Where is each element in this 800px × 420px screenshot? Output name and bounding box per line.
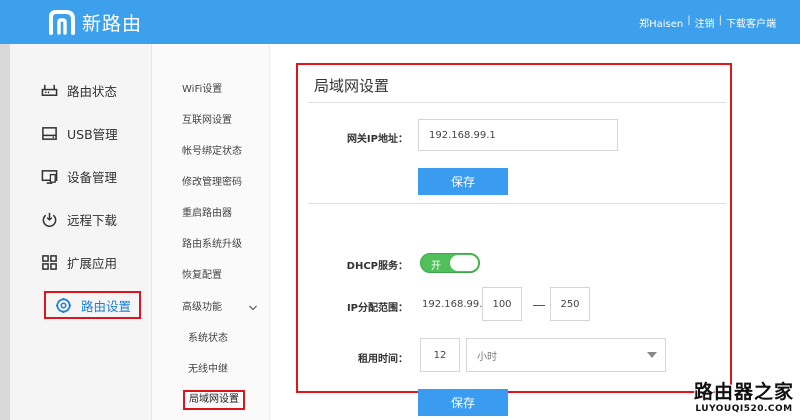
brand-name: 新路由 bbox=[82, 12, 143, 35]
watermark-url: LUYOUQI520.COM bbox=[695, 404, 793, 414]
subnav-item-lan-settings[interactable]: 局域网设置 bbox=[183, 390, 245, 410]
range-dash bbox=[533, 305, 545, 306]
lease-time-value: 12 bbox=[433, 349, 447, 361]
header-links: 郑Haisen | 注销 | 下载客户端 bbox=[639, 15, 776, 30]
sidebar-item-devices[interactable]: 设备管理 bbox=[40, 163, 117, 189]
sidebar-item-label: 设备管理 bbox=[67, 169, 118, 185]
router-icon bbox=[40, 81, 58, 99]
sidebar-item-label: USB管理 bbox=[67, 126, 118, 142]
gear-icon bbox=[54, 296, 72, 314]
power-download-icon bbox=[40, 210, 58, 228]
sidebar-item-label: 远程下载 bbox=[67, 212, 118, 228]
logout-link[interactable]: 注销 bbox=[695, 15, 715, 30]
sidebar-item-label: 路由设置 bbox=[81, 298, 132, 314]
ip-range-label: IP分配范围： bbox=[346, 303, 408, 314]
ip-range-start-input[interactable]: 100 bbox=[482, 287, 522, 321]
save-gateway-button[interactable]: 保存 bbox=[418, 168, 508, 195]
newifi-logo-icon bbox=[48, 9, 76, 35]
subnav-item-advanced[interactable]: 高级功能 bbox=[182, 300, 222, 316]
subnav-item-wireless-repeater[interactable]: 无线中继 bbox=[188, 362, 228, 378]
sidebar-item-router-settings[interactable]: 路由设置 bbox=[44, 291, 142, 319]
dhcp-toggle-state: 开 bbox=[431, 261, 441, 272]
download-client-link[interactable]: 下载客户端 bbox=[726, 15, 776, 30]
subnav-item-firmware-upgrade[interactable]: 路由系统升级 bbox=[182, 237, 242, 253]
sidebar-item-usb[interactable]: USB管理 bbox=[40, 120, 118, 146]
dhcp-toggle[interactable]: 开 bbox=[420, 253, 480, 273]
ip-range-end-value: 250 bbox=[560, 298, 580, 310]
usb-drive-icon bbox=[40, 124, 58, 142]
subnav-item-internet[interactable]: 互联网设置 bbox=[182, 113, 232, 129]
brand-logo[interactable]: 新路由 bbox=[48, 7, 142, 37]
watermark-title: 路由器之家 bbox=[693, 381, 794, 403]
lease-unit-value: 小时 bbox=[477, 351, 497, 363]
lease-time-input[interactable]: 12 bbox=[420, 338, 460, 372]
chevron-down-icon[interactable] bbox=[248, 303, 258, 313]
primary-sidebar: 路由状态 USB管理 设备管理 远程下载 扩展应用 路由设置 bbox=[10, 44, 152, 420]
page-title: 局域网设置 bbox=[314, 77, 390, 95]
save-dhcp-button[interactable]: 保存 bbox=[418, 389, 508, 416]
header-separator: | bbox=[718, 15, 722, 26]
divider bbox=[308, 102, 726, 103]
main-area: 路由状态 USB管理 设备管理 远程下载 扩展应用 路由设置 WiFi设置 互联… bbox=[10, 44, 800, 420]
monitor-icon bbox=[40, 167, 58, 185]
site-watermark: 路由器之家 LUYOUQI520.COM bbox=[694, 377, 794, 414]
sidebar-item-label: 扩展应用 bbox=[67, 255, 118, 271]
lease-unit-select[interactable]: 小时 bbox=[466, 338, 666, 372]
ip-range-prefix: 192.168.99. bbox=[422, 299, 483, 310]
apps-grid-icon bbox=[40, 253, 58, 271]
ip-range-start-value: 100 bbox=[492, 298, 512, 310]
lan-settings-panel: 局域网设置 网关IP地址： 192.168.99.1 保存 DHCP服务： 开 … bbox=[296, 63, 732, 416]
gateway-ip-label: 网关IP地址： bbox=[346, 134, 408, 145]
divider bbox=[308, 203, 726, 204]
dropdown-caret-icon bbox=[647, 352, 657, 358]
subnav-item-wifi[interactable]: WiFi设置 bbox=[182, 82, 222, 98]
ip-range-end-input[interactable]: 250 bbox=[550, 287, 590, 321]
gateway-ip-value: 192.168.99.1 bbox=[429, 129, 496, 141]
subnav-item-system-status[interactable]: 系统状态 bbox=[188, 331, 228, 347]
lease-time-label: 租用时间： bbox=[358, 354, 408, 365]
sidebar-item-extensions[interactable]: 扩展应用 bbox=[40, 249, 117, 275]
sidebar-item-remote-download[interactable]: 远程下载 bbox=[40, 206, 117, 232]
user-name-link[interactable]: 郑Haisen bbox=[639, 15, 683, 30]
subnav-item-restore[interactable]: 恢复配置 bbox=[182, 268, 222, 284]
toggle-knob bbox=[450, 255, 478, 271]
secondary-sidebar: WiFi设置 互联网设置 帐号绑定状态 修改管理密码 重启路由器 路由系统升级 … bbox=[152, 44, 270, 420]
header-separator: | bbox=[687, 15, 691, 26]
sidebar-item-label: 路由状态 bbox=[67, 83, 118, 99]
subnav-item-reboot[interactable]: 重启路由器 bbox=[182, 206, 232, 222]
subnav-item-account-binding[interactable]: 帐号绑定状态 bbox=[182, 144, 242, 160]
gateway-ip-input[interactable]: 192.168.99.1 bbox=[418, 119, 618, 151]
sidebar-item-router-status[interactable]: 路由状态 bbox=[40, 77, 117, 103]
dhcp-label: DHCP服务： bbox=[346, 261, 408, 272]
top-header: 新路由 郑Haisen | 注销 | 下载客户端 bbox=[0, 0, 800, 44]
subnav-item-admin-password[interactable]: 修改管理密码 bbox=[182, 175, 242, 191]
